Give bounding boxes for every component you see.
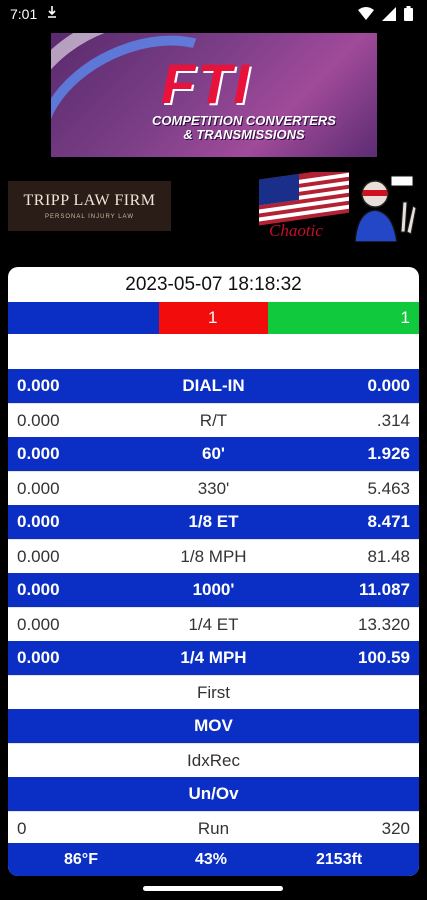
right-value: 81.48: [367, 547, 410, 566]
status-bar: 7:01: [0, 0, 427, 28]
right-value: 320: [381, 819, 410, 838]
row-label: 330': [197, 479, 230, 498]
fti-logo-text: FTI: [161, 52, 251, 115]
signal-icon: [382, 6, 396, 26]
row-label: MOV: [194, 716, 233, 735]
row-label: 1/8 ET: [188, 512, 239, 531]
weather-footer: 86°F 43% 2153ft: [8, 843, 419, 876]
flag-icon: [259, 166, 349, 226]
download-icon: [47, 5, 57, 22]
wifi-icon: [358, 6, 374, 26]
row-label: First: [196, 683, 231, 702]
row-first: First: [8, 675, 419, 709]
fti-sponsor-banner[interactable]: FTI COMPETITION CONVERTERS & TRANSMISSIO…: [51, 33, 377, 157]
green-light-value: 1: [400, 308, 410, 327]
row-run: 0 Run 320: [8, 811, 419, 845]
temperature: 86°F: [64, 851, 98, 868]
row-mov: MOV: [8, 709, 419, 743]
row-label: IdxRec: [187, 751, 240, 770]
altitude: 2153ft: [316, 851, 363, 868]
blank-row: [8, 334, 419, 369]
red-light-value: 1: [208, 308, 218, 327]
row-label: DIAL-IN: [182, 376, 245, 395]
light-green: [268, 302, 419, 334]
row-eighth-et: 0.000 1/8 ET 8.471: [8, 505, 419, 539]
home-indicator[interactable]: [143, 886, 283, 891]
row-eighth-mph: 0.000 1/8 MPH 81.48: [8, 539, 419, 573]
row-un-ov: Un/Ov: [8, 777, 419, 811]
fti-tagline-line2: & TRANSMISSIONS: [183, 127, 305, 142]
tree-lights-bar: 1 1: [8, 302, 419, 334]
right-value: 100.59: [358, 648, 410, 667]
row-idxrec: IdxRec: [8, 743, 419, 777]
right-value: 13.320: [358, 615, 410, 634]
right-value: 5.463: [367, 479, 410, 498]
row-rt: 0.000 R/T .314: [8, 403, 419, 437]
row-label: 1/8 MPH: [180, 547, 247, 566]
row-quarter-mph: 0.000 1/4 MPH 100.59: [8, 641, 419, 675]
timeslip-panel: 2023-05-07 18:18:32 1 1 0.000 DIAL-IN 0.…: [8, 267, 419, 876]
tripp-law-name: TRIPP LAW FIRM: [23, 192, 156, 209]
status-time: 7:01: [10, 6, 38, 22]
row-quarter-et: 0.000 1/4 ET 13.320: [8, 607, 419, 641]
chaotic-sponsor-logo[interactable]: Chaotic: [255, 166, 417, 243]
right-value: .314: [376, 411, 410, 430]
tripp-law-sub: PERSONAL INJURY LAW: [44, 214, 135, 220]
row-label: Un/Ov: [188, 784, 239, 803]
right-value: 1.926: [367, 444, 410, 463]
right-value: 0.000: [367, 376, 410, 395]
row-1000ft: 0.000 1000' 11.087: [8, 573, 419, 607]
row-label: Run: [197, 819, 230, 838]
row-dial-in: 0.000 DIAL-IN 0.000: [8, 369, 419, 403]
row-330ft: 0.000 330' 5.463: [8, 471, 419, 505]
light-blue: [8, 302, 159, 334]
row-label: R/T: [199, 411, 228, 430]
row-60ft: 0.000 60' 1.926: [8, 437, 419, 471]
battery-icon: [404, 6, 413, 26]
svg-text:Chaotic: Chaotic: [269, 221, 323, 240]
right-value: 8.471: [367, 512, 410, 531]
humidity: 43%: [195, 851, 228, 868]
row-label: 1000': [192, 580, 235, 599]
row-label: 60': [202, 444, 225, 463]
tripp-law-sponsor[interactable]: TRIPP LAW FIRM PERSONAL INJURY LAW: [8, 181, 171, 231]
fti-tagline-line1: COMPETITION CONVERTERS: [152, 113, 336, 128]
timeslip-timestamp: 2023-05-07 18:18:32: [125, 274, 302, 295]
right-value: 11.087: [358, 580, 410, 599]
character-icon: [354, 175, 417, 243]
